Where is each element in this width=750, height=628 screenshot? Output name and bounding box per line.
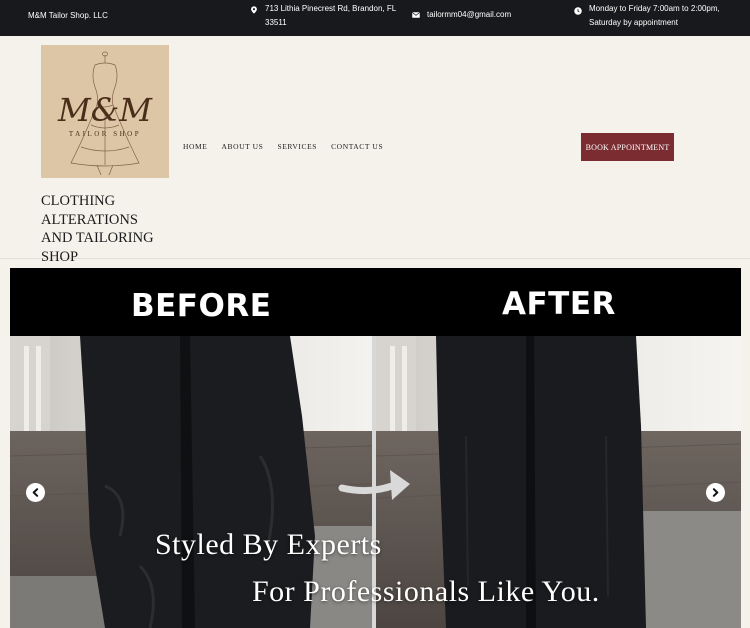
transition-arrow-icon [338, 470, 410, 500]
chevron-right-icon [712, 488, 719, 497]
company-name: M&M Tailor Shop. LLC [28, 11, 108, 20]
before-after-banner: BEFORE AFTER [10, 268, 741, 336]
slider-prev-button[interactable] [26, 483, 45, 502]
hero-slider: BEFORE AFTER Styled By Experts For Profe… [10, 268, 741, 628]
clock-icon [574, 7, 582, 15]
nav-item-services[interactable]: SERVICES [277, 142, 317, 151]
site-tagline: CLOTHING ALTERATIONS AND TAILORING SHOP [41, 193, 154, 265]
book-appointment-button[interactable]: BOOK APPOINTMENT [581, 133, 674, 161]
logo[interactable]: M&M TAILOR SHOP [41, 45, 169, 178]
logo-subtitle: TAILOR SHOP [69, 130, 141, 138]
top-info-bar: M&M Tailor Shop. LLC 713 Lithia Pinecres… [0, 0, 750, 36]
nav-item-contact-us[interactable]: CONTACT US [331, 142, 383, 151]
email-link[interactable]: tailormm04@gmail.com [427, 8, 511, 22]
slider-next-button[interactable] [706, 483, 725, 502]
nav-item-about-us[interactable]: ABOUT US [221, 142, 263, 151]
chevron-left-icon [32, 488, 39, 497]
nav-item-home[interactable]: HOME [183, 142, 207, 151]
logo-graphic: M&M TAILOR SHOP [57, 51, 153, 176]
hero-headline-line-1: Styled By Experts [155, 528, 382, 561]
after-label: AFTER [502, 286, 616, 322]
logo-monogram: M&M [57, 91, 153, 129]
address-info[interactable]: 713 Lithia Pinecrest Rd, Brandon, FL 335… [250, 2, 400, 30]
address-text: 713 Lithia Pinecrest Rd, Brandon, FL 335… [265, 4, 396, 27]
location-pin-icon [251, 6, 257, 14]
before-label: BEFORE [131, 288, 272, 324]
hero-headline-line-2: For Professionals Like You. [252, 575, 600, 608]
site-header: M&M TAILOR SHOP CLOTHING ALTERATIONS AND… [0, 36, 750, 265]
email-info[interactable]: tailormm04@gmail.com [412, 8, 511, 22]
main-nav: HOME ABOUT US SERVICES CONTACT US [183, 142, 383, 151]
hours-text: Monday to Friday 7:00am to 2:00pm, Satur… [589, 4, 720, 27]
envelope-icon [412, 12, 420, 18]
hours-info: Monday to Friday 7:00am to 2:00pm, Satur… [574, 2, 744, 30]
